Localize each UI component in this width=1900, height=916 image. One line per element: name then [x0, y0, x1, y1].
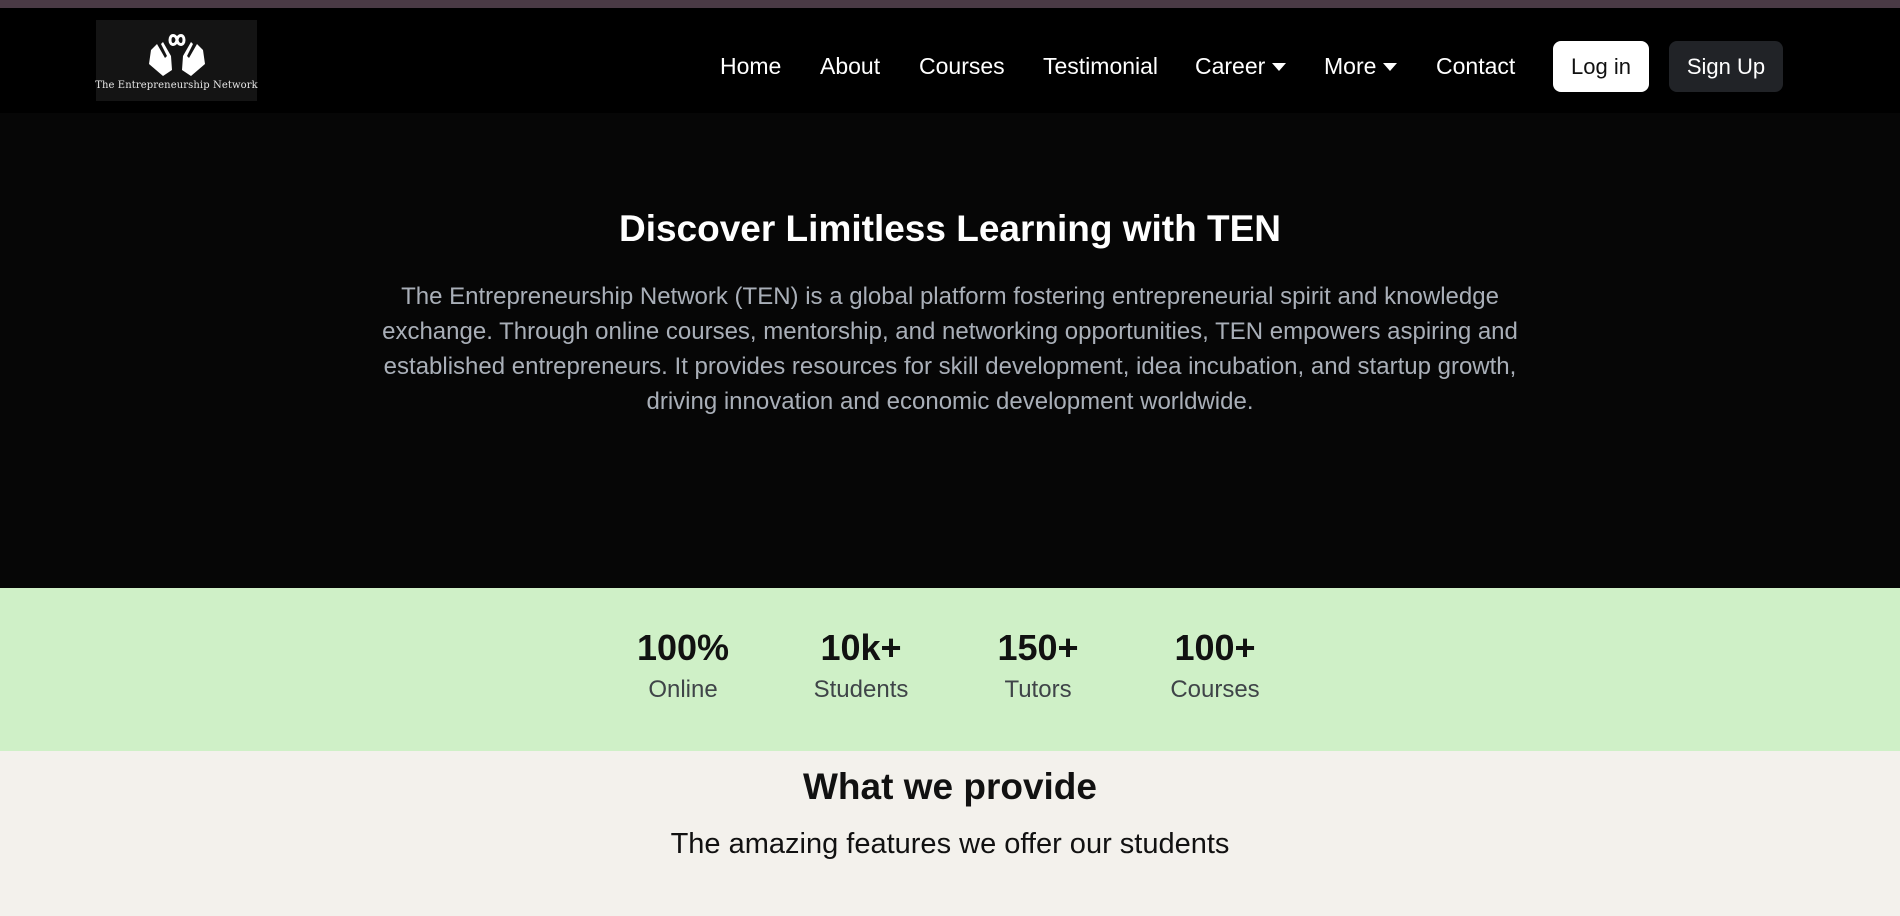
stat-value: 150+: [997, 627, 1079, 668]
hands-infinity-icon: [148, 34, 205, 76]
nav-contact[interactable]: Contact: [1436, 48, 1515, 84]
features-subtitle: The amazing features we offer our studen…: [670, 828, 1230, 860]
nav-home[interactable]: Home: [720, 48, 781, 84]
stats-section: 100% Online 10k+ Students 150+ Tutors 10…: [0, 588, 1900, 751]
stat-label: Students: [813, 676, 909, 703]
stat-value: 10k+: [820, 627, 902, 668]
logo[interactable]: The Entrepreneurship Network: [95, 20, 258, 101]
stat-tutors: 150+ Tutors: [968, 626, 1108, 710]
caret-down-icon: [1383, 63, 1398, 71]
caret-down-icon: [1272, 63, 1287, 71]
hero-title: Discover Limitless Learning with TEN: [618, 208, 1282, 249]
stat-courses: 100+ Courses: [1145, 626, 1285, 710]
hero-description: The Entrepreneurship Network (TEN) is a …: [382, 283, 1518, 415]
top-strip: [0, 0, 1900, 8]
navbar: The Entrepreneurship Network Home About …: [0, 8, 1900, 113]
nav-more[interactable]: More: [1324, 48, 1398, 84]
nav-courses[interactable]: Courses: [919, 48, 1005, 84]
stat-online: 100% Online: [613, 626, 753, 710]
features-title: What we provide: [803, 766, 1097, 807]
stat-label: Tutors: [1004, 676, 1072, 703]
stat-students: 10k+ Students: [791, 626, 931, 710]
signup-button[interactable]: Sign Up: [1669, 41, 1783, 92]
stat-value: 100%: [636, 627, 730, 668]
stat-label: Courses: [1170, 676, 1260, 703]
features-section: What we provide The amazing features we …: [0, 751, 1900, 916]
logo-text: The Entrepreneurship Network: [95, 80, 258, 91]
stat-label: Online: [648, 676, 718, 703]
hero-section: Discover Limitless Learning with TEN The…: [0, 113, 1900, 588]
nav-about[interactable]: About: [820, 48, 880, 84]
stat-value: 100+: [1174, 627, 1256, 668]
nav-career[interactable]: Career: [1195, 48, 1287, 84]
nav-testimonial[interactable]: Testimonial: [1043, 48, 1158, 84]
login-button[interactable]: Log in: [1553, 41, 1649, 92]
